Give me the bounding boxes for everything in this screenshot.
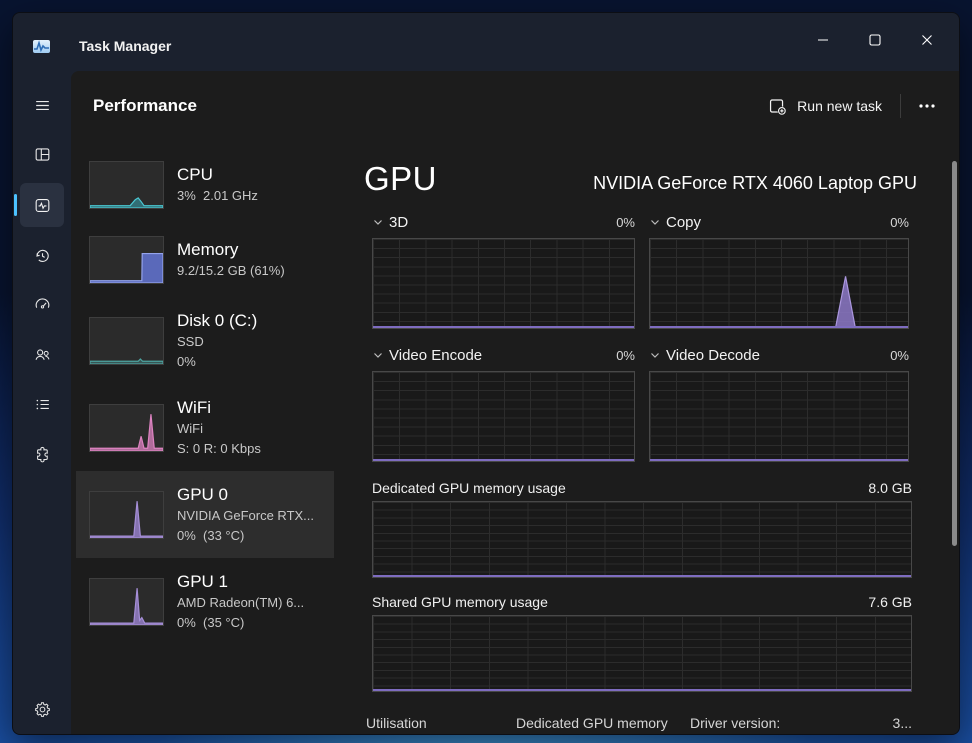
disk-sparkline	[89, 317, 164, 365]
cpu-sparkline	[89, 161, 164, 209]
titlebar: Task Manager	[13, 13, 959, 71]
chevron-down-icon[interactable]	[649, 349, 661, 361]
chevron-down-icon[interactable]	[372, 216, 384, 228]
list-item-wifi[interactable]: WiFi WiFi S: 0 R: 0 Kbps	[76, 384, 334, 471]
wifi-name: WiFi	[177, 419, 261, 439]
nav-rail	[13, 71, 71, 734]
minimize-button[interactable]	[797, 19, 849, 61]
dedicated-memory-chart	[372, 501, 912, 578]
main-header: Performance Run new task	[71, 71, 959, 141]
task-manager-window: Task Manager	[12, 12, 960, 735]
engine-video-decode-value: 0%	[890, 348, 909, 363]
chevron-down-icon[interactable]	[372, 349, 384, 361]
run-new-task-label: Run new task	[797, 98, 882, 114]
engine-video-decode-label: Video Decode	[666, 347, 760, 364]
memory-title: Memory	[177, 239, 285, 261]
footer-utilisation-label: Utilisation	[366, 715, 516, 731]
footer-driver-version-value: 3...	[893, 715, 912, 731]
engine-video-encode-label: Video Encode	[389, 347, 482, 364]
menu-icon[interactable]	[20, 83, 64, 127]
shared-memory-capacity: 7.6 GB	[868, 594, 912, 610]
list-item-cpu[interactable]: CPU 3% 2.01 GHz	[76, 147, 334, 222]
more-options-button[interactable]	[907, 89, 947, 123]
run-new-task-button[interactable]: Run new task	[756, 89, 894, 124]
list-item-disk0[interactable]: Disk 0 (C:) SSD 0%	[76, 297, 334, 384]
run-new-task-icon	[768, 97, 787, 116]
startup-apps-icon[interactable]	[20, 282, 64, 326]
services-icon[interactable]	[20, 433, 64, 477]
cpu-stats: 3% 2.01 GHz	[177, 186, 258, 206]
gpu1-stats: 0% (35 °C)	[177, 613, 304, 633]
gpu0-title: GPU 0	[177, 484, 314, 506]
chevron-down-icon[interactable]	[649, 216, 661, 228]
engine-3d-value: 0%	[616, 215, 635, 230]
engine-video-encode-value: 0%	[616, 348, 635, 363]
list-item-memory[interactable]: Memory 9.2/15.2 GB (61%)	[76, 222, 334, 297]
shared-memory-chart	[372, 615, 912, 692]
gpu1-title: GPU 1	[177, 571, 304, 593]
gpu-device-name: NVIDIA GeForce RTX 4060 Laptop GPU	[593, 173, 917, 201]
footer-driver-version-label: Driver version:	[690, 715, 893, 731]
memory-sparkline	[89, 236, 164, 284]
main-panel: Performance Run new task	[71, 71, 959, 734]
gpu0-stats: 0% (33 °C)	[177, 526, 314, 546]
engine-video-encode-chart	[372, 371, 635, 462]
dedicated-memory-label: Dedicated GPU memory usage	[372, 480, 566, 496]
shared-memory-label: Shared GPU memory usage	[372, 594, 548, 610]
gpu0-sparkline	[89, 491, 164, 539]
wifi-stats: S: 0 R: 0 Kbps	[177, 439, 261, 459]
engine-3d-chart	[372, 238, 635, 329]
users-icon[interactable]	[20, 332, 64, 376]
engine-3d-label: 3D	[389, 214, 408, 231]
selected-indicator-pill	[14, 194, 17, 216]
engine-copy-value: 0%	[890, 215, 909, 230]
list-item-gpu1[interactable]: GPU 1 AMD Radeon(TM) 6... 0% (35 °C)	[76, 558, 334, 645]
performance-sidebar-list: CPU 3% 2.01 GHz Memory 9.2/15.2 GB (61%)	[76, 147, 334, 645]
disk-title: Disk 0 (C:)	[177, 310, 257, 332]
engine-copy-label: Copy	[666, 214, 701, 231]
settings-icon[interactable]	[20, 687, 64, 731]
maximize-button[interactable]	[849, 19, 901, 61]
details-icon[interactable]	[20, 382, 64, 426]
cpu-title: CPU	[177, 164, 258, 186]
window-title: Task Manager	[79, 38, 171, 54]
disk-type: SSD	[177, 332, 257, 352]
header-divider	[900, 94, 901, 118]
app-history-icon[interactable]	[20, 233, 64, 277]
gpu-detail-panel: GPU NVIDIA GeForce RTX 4060 Laptop GPU 3…	[364, 151, 917, 731]
gpu1-name: AMD Radeon(TM) 6...	[177, 593, 304, 613]
footer-dedicated-memory-label: Dedicated GPU memory	[516, 715, 690, 731]
engine-copy-chart	[649, 238, 909, 329]
dedicated-memory-capacity: 8.0 GB	[868, 480, 912, 496]
list-item-gpu0[interactable]: GPU 0 NVIDIA GeForce RTX... 0% (33 °C)	[76, 471, 334, 558]
task-manager-app-icon	[33, 40, 50, 53]
gpu0-name: NVIDIA GeForce RTX...	[177, 506, 314, 526]
vertical-scrollbar[interactable]	[952, 161, 957, 546]
processes-icon[interactable]	[20, 132, 64, 176]
gpu1-sparkline	[89, 578, 164, 626]
wifi-title: WiFi	[177, 397, 261, 419]
close-button[interactable]	[901, 19, 953, 61]
engine-video-decode-chart	[649, 371, 909, 462]
wifi-sparkline	[89, 404, 164, 452]
gpu-heading: GPU	[364, 157, 437, 201]
memory-stats: 9.2/15.2 GB (61%)	[177, 261, 285, 281]
disk-stats: 0%	[177, 352, 257, 372]
performance-icon[interactable]	[20, 183, 64, 227]
page-title: Performance	[93, 96, 197, 116]
